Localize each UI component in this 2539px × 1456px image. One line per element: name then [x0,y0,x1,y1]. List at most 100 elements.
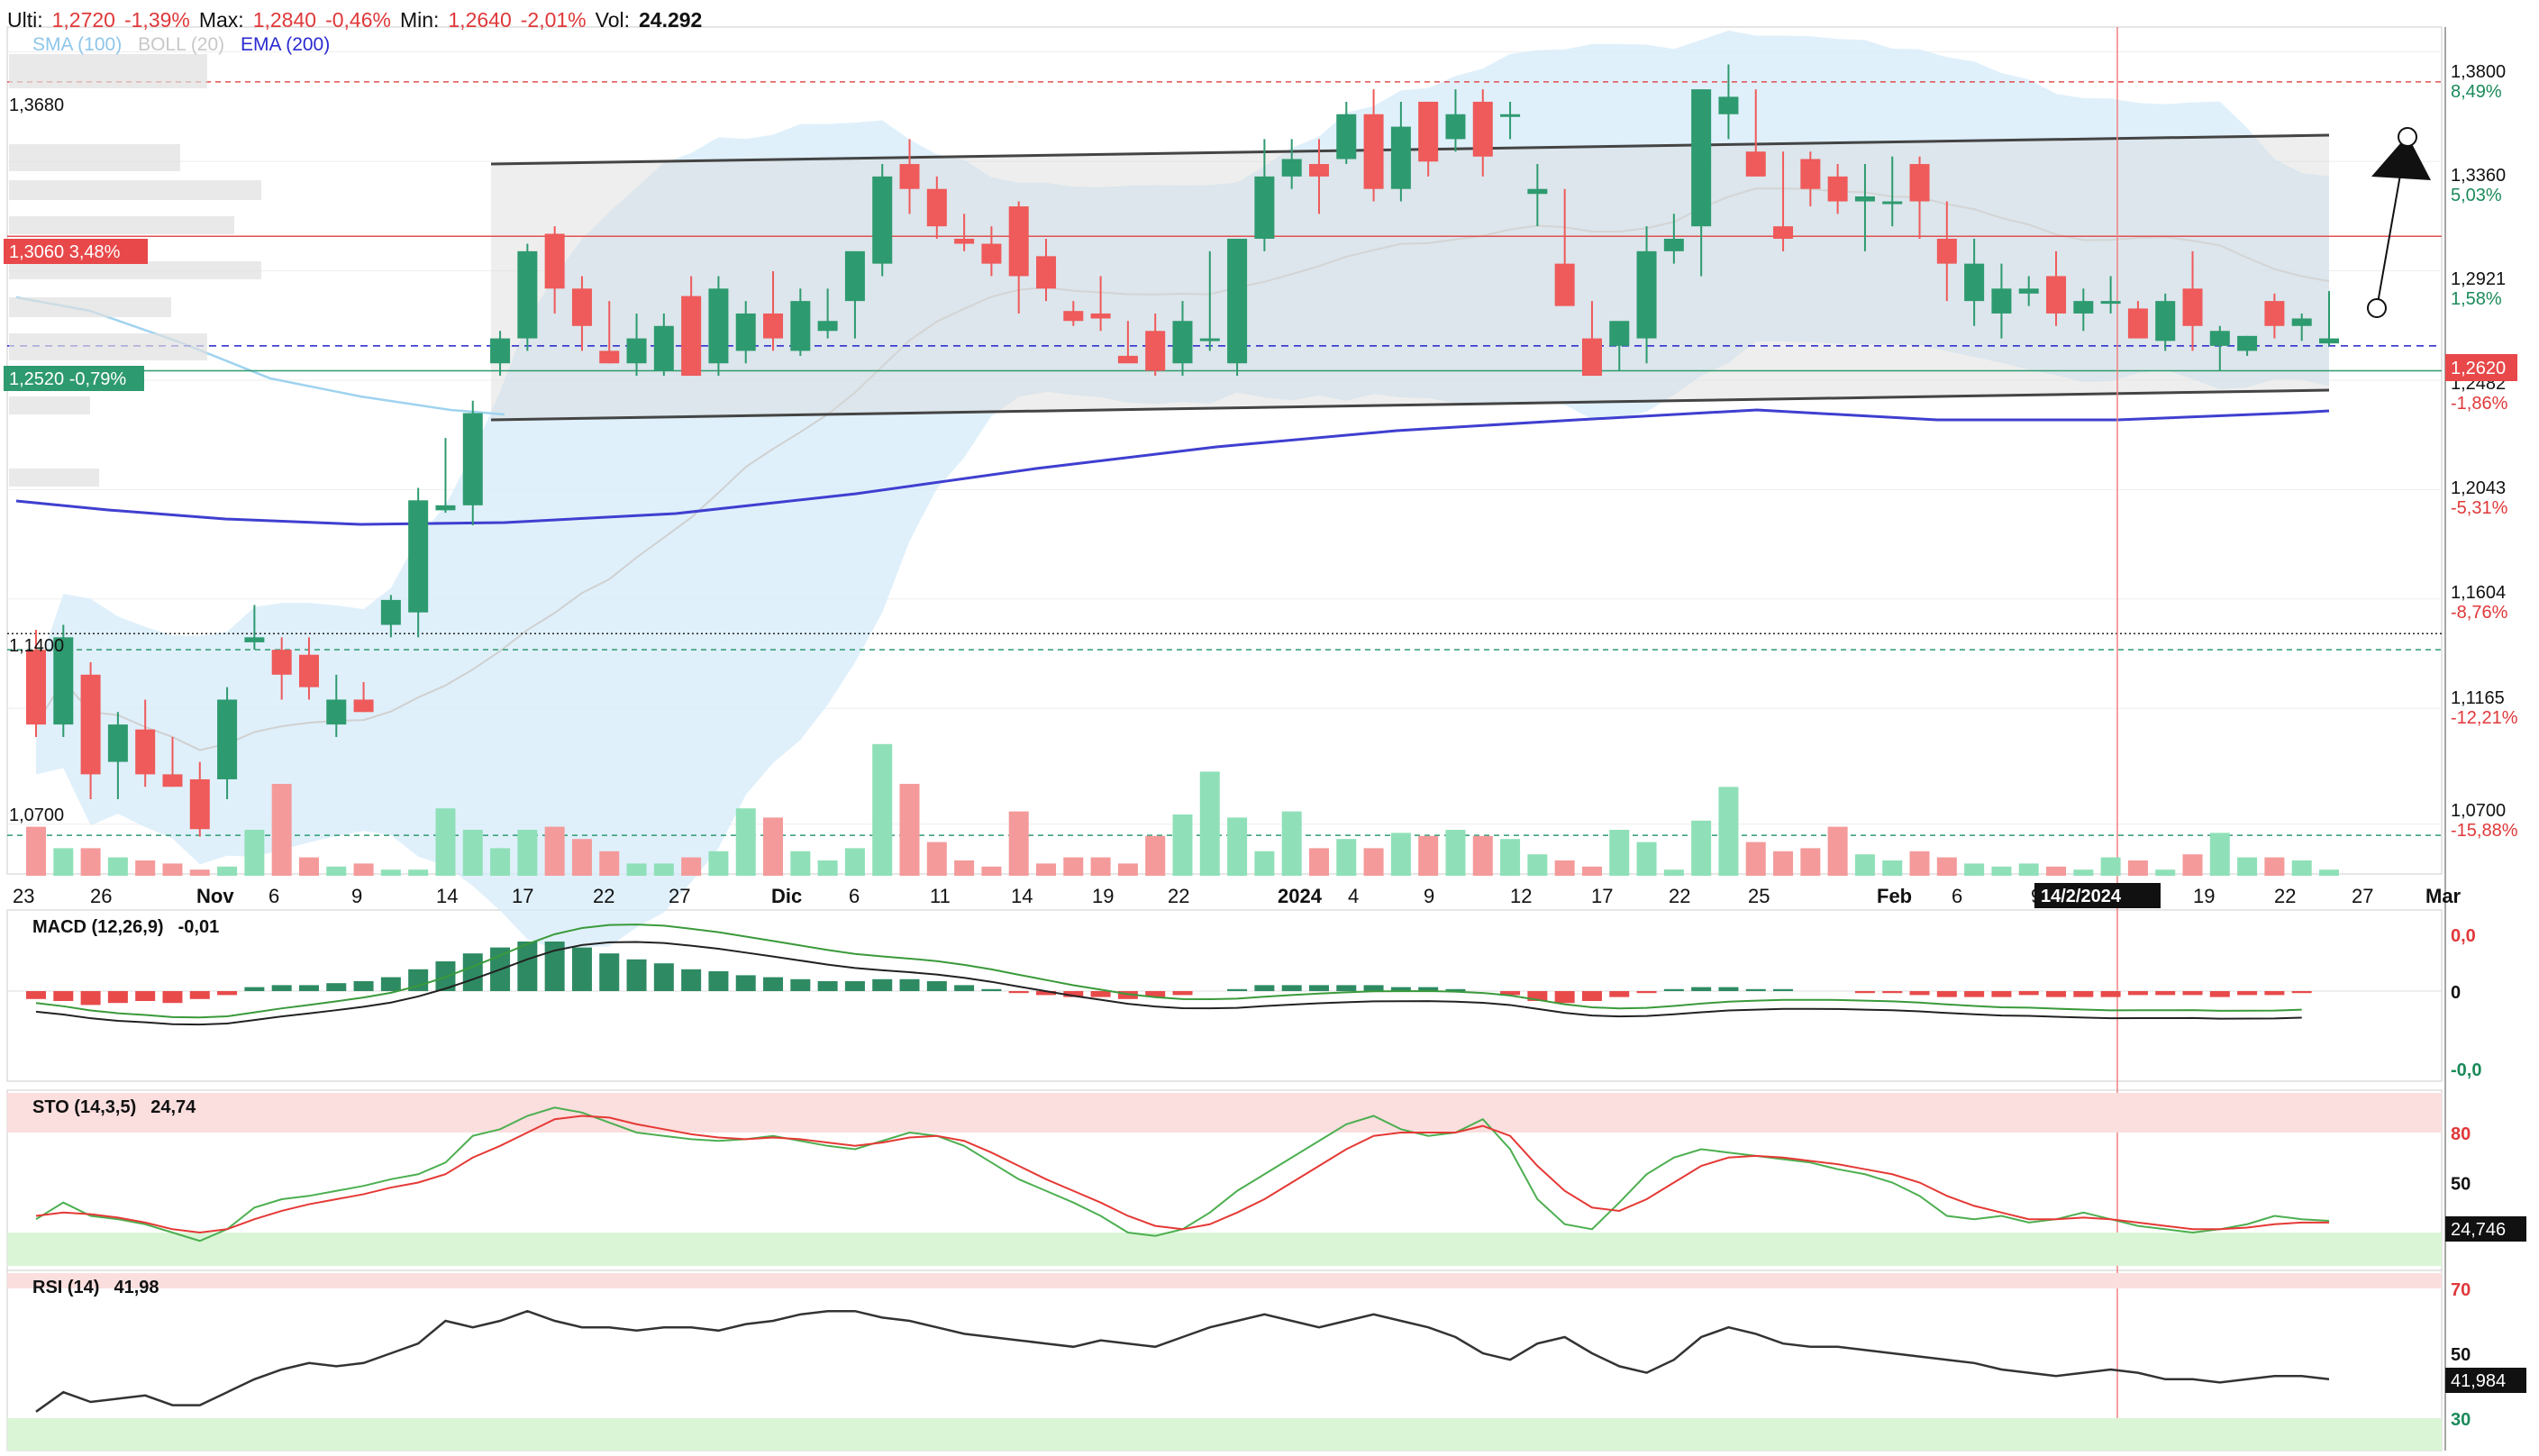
date-axis-label: 19 [1092,885,1114,907]
level-label-1252: 1,2520 -0,79% [9,369,126,389]
macd-histogram-bar [708,971,729,991]
candle-body [1773,226,1794,239]
legend-sma[interactable]: SMA (100) [32,34,122,55]
legend-ema[interactable]: EMA (200) [241,34,330,55]
volume-bar [490,848,511,876]
macd-histogram-bar [599,953,620,991]
volume-bar [844,848,865,876]
volume-bar [1117,863,1138,876]
macd-histogram-bar [653,963,674,991]
volume-bar [2073,869,2094,876]
volume-bar [1445,830,1466,876]
min-label: Min: [399,7,440,32]
candle-body [2100,301,2121,305]
candle-body [1445,114,1466,140]
volume-bar [1363,848,1384,876]
candle-body [571,288,592,326]
volume-bar [981,866,1002,876]
volume-bar [1827,826,1848,876]
date-axis-label: 6 [1952,885,1962,907]
candle-body [735,313,756,351]
volume-bar [954,860,975,876]
candle-body [599,350,620,364]
macd-histogram-bar [681,969,702,991]
volume-profile-bar [9,297,171,317]
volume-bar [1773,851,1794,876]
macd-histogram-bar [817,981,838,991]
macd-histogram-bar [735,975,756,991]
volume-bar [298,857,319,876]
volume-bar [189,869,210,876]
candle-body [954,239,975,244]
volume-bar [1172,814,1193,876]
volume-bar [899,784,920,876]
projection-start-handle [2367,298,2387,318]
volume-bar [1227,817,1248,876]
volume-profile-bar [9,180,261,200]
volume-bar [2319,869,2339,876]
volume-bar [1036,863,1057,876]
sto-axis-80: 80 [2451,1124,2471,1144]
candle-body [544,233,565,289]
candle-body [107,724,128,762]
volume-bar [1936,857,1957,876]
volume-bar [1609,830,1630,876]
macd-histogram-bar [135,991,156,1001]
volume-bar [1554,860,1575,876]
macd-histogram-bar [2264,991,2285,996]
candle-body [326,699,347,725]
volume-profile-bar [9,144,180,171]
chart-canvas[interactable]: 1,3680 1,3060 3,48% 1,2520 -0,79% 1,1400 1,0… [0,0,2539,1456]
candle-body [26,650,46,725]
rsi-axis-70: 70 [2451,1280,2471,1300]
price-tick-pct: -8,76% [2451,603,2508,623]
macd-histogram-bar [844,981,865,991]
volume-profile-bar [9,54,207,88]
macd-histogram-bar [1227,988,1248,991]
macd-histogram-bar [1172,991,1193,996]
date-axis-label: Feb [1877,885,1912,907]
volume-bar [326,866,347,876]
volume-bar [2264,857,2285,876]
rsi-line [35,1309,2330,1413]
candle-body [408,500,429,613]
date-axis-label: 26 [90,885,112,907]
max-value: 1,2840 [252,7,317,32]
date-axis-label: 23 [13,885,34,907]
volume-bar [1336,839,1357,876]
price-tick-label: 1,0700 [2451,801,2506,821]
volume-bar [1909,851,1930,876]
candle-body [244,637,265,642]
candle-body [790,301,811,351]
volume-bar [1800,848,1821,876]
candle-body [2182,288,2203,326]
candle-body [1172,321,1193,364]
macd-histogram-bar [1008,991,1029,994]
indicator-legend: SMA (100) BOLL (20) EMA (200) [32,34,341,56]
price-tick-pct: 1,58% [2451,289,2502,309]
candle-body [380,599,401,625]
volume-bar [353,863,374,876]
macd-histogram-bar [2018,991,2039,996]
volume-bar [1145,835,1166,876]
candle-body [162,774,183,787]
last-change: -1,39% [123,7,190,32]
candle-body [2018,288,2039,294]
volume-bar [1964,863,1985,876]
candle-body [1718,96,1739,114]
quote-header: Ulti: 1,2720 -1,39% Max: 1,2840 -0,46% M… [7,4,711,36]
legend-boll[interactable]: BOLL (20) [138,34,224,55]
candle-body [271,650,292,675]
candle-body [462,413,483,505]
volume-profile-bar [9,216,234,234]
volume-bar [435,808,456,876]
candle-body [1254,176,1275,239]
macd-histogram-bar [380,977,401,991]
price-tick-pct: -15,88% [2451,821,2518,841]
price-tick-label: 1,3360 [2451,166,2506,186]
macd-histogram-bar [2100,991,2121,997]
max-label: Max: [198,7,244,32]
volume-bar [1527,854,1548,876]
candle-body [2264,301,2285,326]
volume-bar [2127,860,2148,876]
